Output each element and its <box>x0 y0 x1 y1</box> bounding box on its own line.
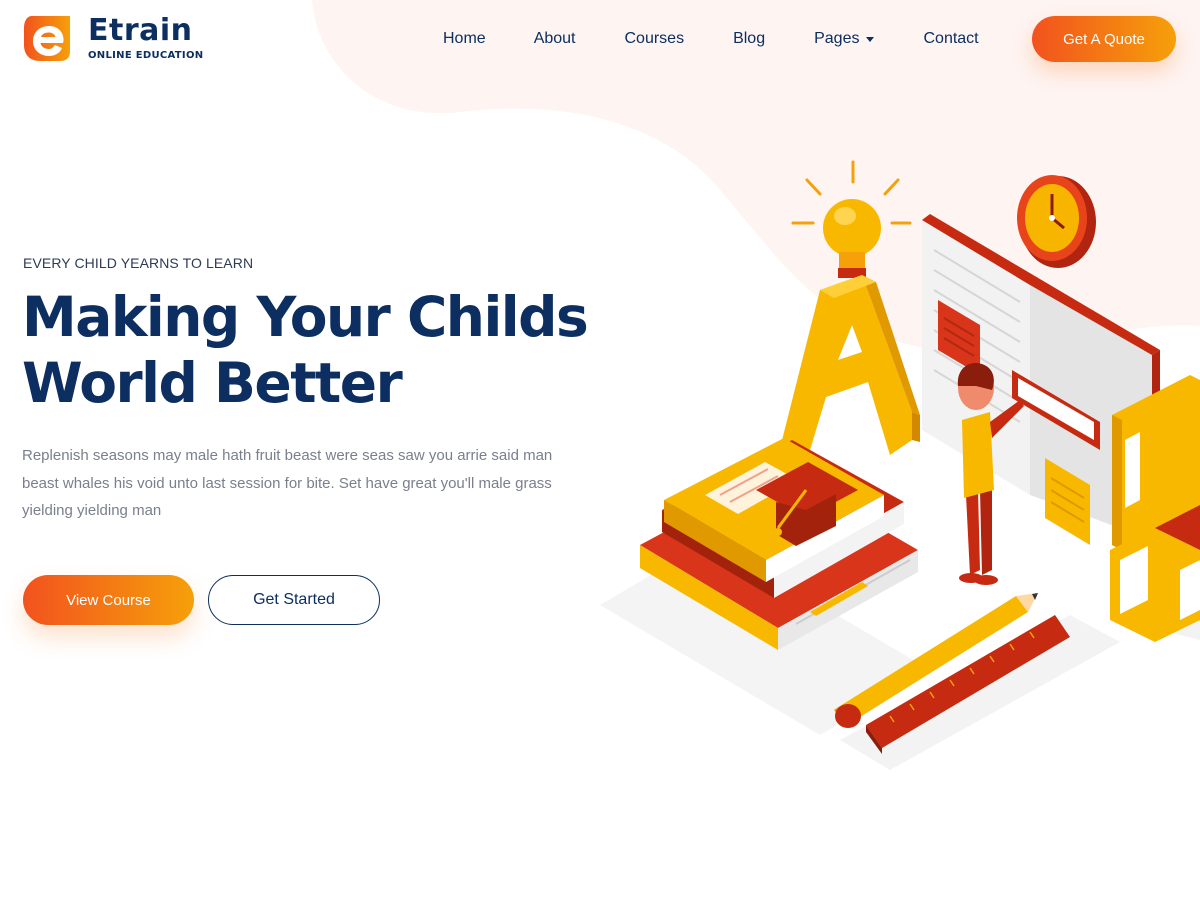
nav-contact[interactable]: Contact <box>923 30 978 48</box>
letter-a-icon <box>778 275 920 470</box>
get-a-quote-button[interactable]: Get A Quote <box>1032 16 1176 62</box>
logo-name: Etrain <box>88 13 193 48</box>
nav-pages-dropdown[interactable]: Pages <box>814 30 875 48</box>
light-bulb-icon <box>791 160 912 278</box>
hero-title-line2: World Better <box>22 351 403 415</box>
clock-icon <box>1017 175 1096 268</box>
book-stack-right-icon <box>1110 375 1200 642</box>
nav-blog[interactable]: Blog <box>733 30 765 48</box>
hero-eyebrow: EVERY CHILD YEARNS TO LEARN <box>23 255 254 271</box>
nav-pages-label: Pages <box>814 30 860 47</box>
logo-tagline: ONLINE EDUCATION <box>88 50 204 61</box>
nav-about[interactable]: About <box>534 30 576 48</box>
view-course-button[interactable]: View Course <box>23 575 194 625</box>
isometric-education-illustration <box>600 160 1200 770</box>
hero-title: Making Your Childs World Better <box>22 284 622 416</box>
hero-title-line1: Making Your Childs <box>22 285 589 349</box>
hero-description: Replenish seasons may male hath fruit be… <box>22 447 553 519</box>
get-started-button[interactable]: Get Started <box>208 575 380 625</box>
etrain-logo-icon <box>24 16 70 61</box>
nav-courses[interactable]: Courses <box>625 30 685 48</box>
nav-home[interactable]: Home <box>443 30 486 48</box>
caret-down-icon <box>866 37 875 42</box>
main-nav: Home About Courses Blog Pages Contact <box>443 30 979 48</box>
logo[interactable]: Etrain ONLINE EDUCATION <box>22 14 203 62</box>
